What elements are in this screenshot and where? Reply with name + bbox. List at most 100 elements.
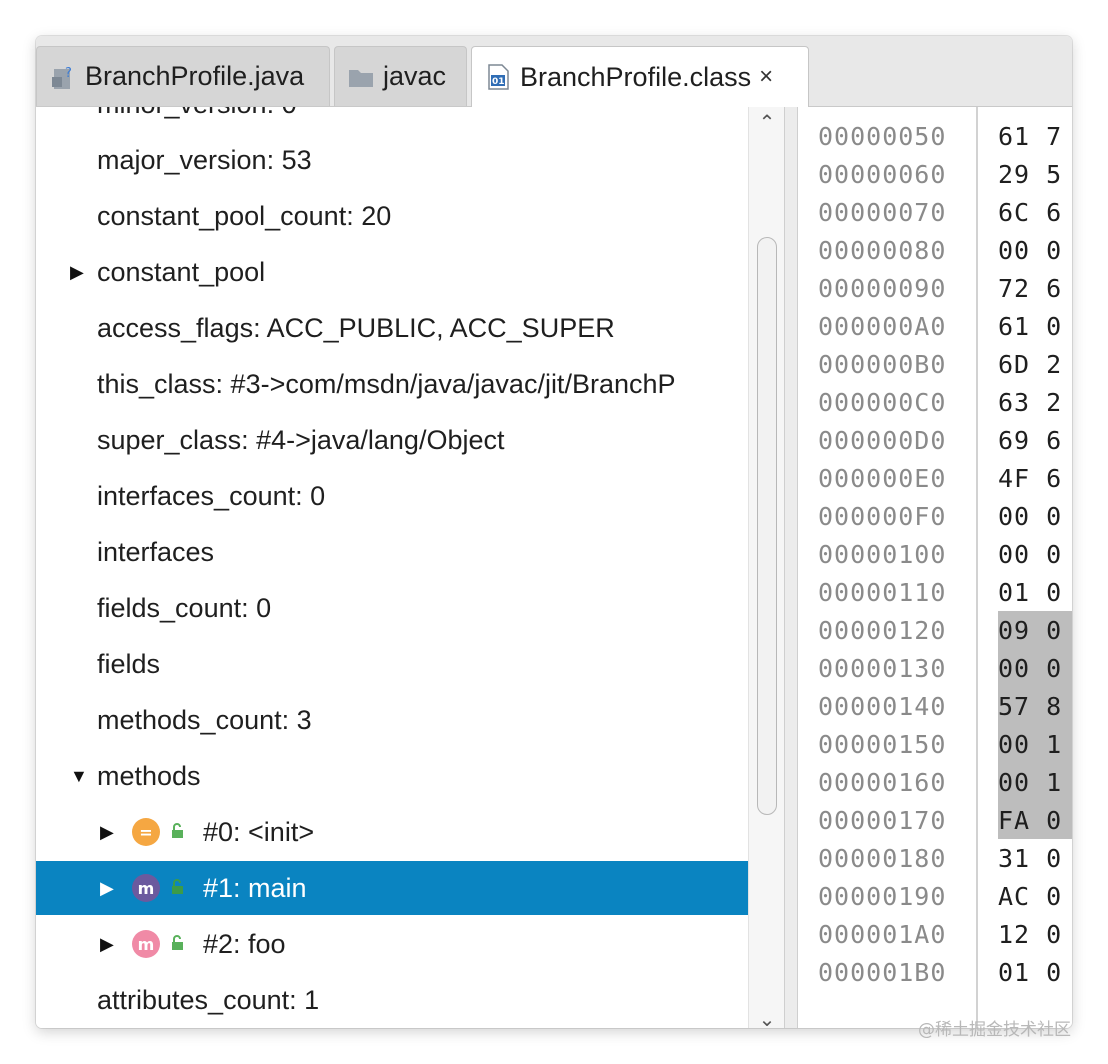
expand-arrow-icon[interactable]: ▶	[100, 878, 114, 899]
tree-item-fields-count[interactable]: fields_count: 0	[36, 581, 748, 635]
tree-item-fields[interactable]: fields	[36, 637, 748, 691]
tab-javac[interactable]: javac	[334, 46, 467, 106]
hex-address: 000000B0	[818, 350, 947, 379]
hex-address: 00000160	[818, 768, 947, 797]
tree-item-label: attributes_count: 1	[97, 984, 320, 1015]
tree-item-label: interfaces_count: 0	[97, 480, 326, 511]
tree-vertical-scrollbar[interactable]: ⌃ ⌄	[748, 107, 785, 1028]
hex-address: 000000E0	[818, 464, 947, 493]
hex-bytes: 57 8	[998, 692, 1063, 721]
tree-item-minor-version[interactable]: minor_version: 0	[36, 107, 748, 131]
hex-address: 000000F0	[818, 502, 947, 531]
hex-row[interactable]: 000000C0 63 2	[798, 383, 1072, 421]
hex-bytes: 00 1	[998, 768, 1063, 797]
expand-arrow-icon[interactable]: ▶	[100, 934, 114, 955]
tree-item-super-class[interactable]: super_class: #4->java/lang/Object	[36, 413, 748, 467]
hex-row[interactable]: 00000190 AC 0	[798, 877, 1072, 915]
tree-item-label: super_class: #4->java/lang/Object	[97, 424, 505, 455]
hex-bytes: 00 1	[998, 730, 1063, 759]
hex-bytes: 00 0	[998, 236, 1063, 265]
scroll-up-icon[interactable]: ⌃	[757, 113, 777, 133]
expand-arrow-icon[interactable]: ▶	[100, 822, 114, 843]
hex-row-highlighted[interactable]: 00000170 FA 0	[798, 801, 1072, 839]
tree-item-this-class[interactable]: this_class: #3->com/msdn/java/javac/jit/…	[36, 357, 748, 411]
hex-address: 00000050	[818, 122, 947, 151]
hex-row[interactable]: 000001A0 12 0	[798, 915, 1072, 953]
tree-item-label: methods	[97, 760, 201, 791]
hex-bytes: 29 5	[998, 160, 1063, 189]
hex-address: 000001B0	[818, 958, 947, 987]
hex-bytes: 63 2	[998, 388, 1063, 417]
tree-item-interfaces-count[interactable]: interfaces_count: 0	[36, 469, 748, 523]
hex-row[interactable]: 000000A0 61 0	[798, 307, 1072, 345]
tree-item-attributes-count[interactable]: attributes_count: 1	[36, 973, 748, 1027]
tree-item-constant-pool[interactable]: ▶ constant_pool	[36, 245, 748, 299]
tree-item-label: methods_count: 3	[97, 704, 312, 735]
hex-bytes: 09 0	[998, 616, 1063, 645]
hex-bytes: 4F 6	[998, 464, 1063, 493]
split-pane-divider[interactable]	[784, 107, 798, 1028]
hex-row-highlighted[interactable]: 00000130 00 0	[798, 649, 1072, 687]
hex-row[interactable]: 000000E0 4F 6	[798, 459, 1072, 497]
tree-item-method-main[interactable]: ▶ m #1: main	[36, 861, 748, 915]
hex-row[interactable]: 000000F0 00 0	[798, 497, 1072, 535]
hex-address: 00000140	[818, 692, 947, 721]
hex-address: 000000A0	[818, 312, 947, 341]
svg-text:01: 01	[492, 77, 505, 87]
scroll-down-icon[interactable]: ⌄	[757, 1010, 777, 1028]
tab-branchprofile-java[interactable]: ? BranchProfile.java	[36, 46, 330, 106]
tree-item-label: this_class: #3->com/msdn/java/javac/jit/…	[97, 368, 676, 399]
hex-bytes: 00 0	[998, 540, 1063, 569]
tree-item-label: constant_pool	[97, 256, 266, 287]
hex-bytes: 61 0	[998, 312, 1063, 341]
class-viewer-window: ? BranchProfile.java javac 01 BranchProf…	[36, 36, 1072, 1028]
hex-row[interactable]: 00000080 00 0	[798, 231, 1072, 269]
hex-address: 00000100	[818, 540, 947, 569]
tree-item-methods-count[interactable]: methods_count: 3	[36, 693, 748, 747]
collapse-arrow-icon[interactable]: ▼	[70, 766, 88, 787]
hex-bytes: 00 0	[998, 502, 1063, 531]
svg-text:?: ?	[65, 66, 72, 81]
watermark: @稀土掘金技术社区	[918, 1020, 1071, 1040]
hex-row[interactable]: 000001B0 01 0	[798, 953, 1072, 991]
hex-address: 000000C0	[818, 388, 947, 417]
tab-label: javac	[383, 61, 447, 91]
tree-item-label: fields_count: 0	[97, 592, 272, 623]
tree-item-major-version[interactable]: major_version: 53	[36, 133, 748, 187]
tree-item-access-flags[interactable]: access_flags: ACC_PUBLIC, ACC_SUPER	[36, 301, 748, 355]
expand-arrow-icon[interactable]: ▶	[70, 262, 84, 283]
tab-branchprofile-class[interactable]: 01 BranchProfile.class ×	[471, 46, 809, 107]
close-icon[interactable]: ×	[759, 63, 773, 91]
tree-item-method-init[interactable]: ▶ = #0: <init>	[36, 805, 748, 859]
hex-row[interactable]: 00000070 6C 6	[798, 193, 1072, 231]
hex-row[interactable]: 00000180 31 0	[798, 839, 1072, 877]
hex-bytes: 6D 2	[998, 350, 1063, 379]
tree-item-method-foo[interactable]: ▶ m #2: foo	[36, 917, 748, 971]
hex-address: 00000080	[818, 236, 947, 265]
tree-item-constant-pool-count[interactable]: constant_pool_count: 20	[36, 189, 748, 243]
hex-row-highlighted[interactable]: 00000140 57 8	[798, 687, 1072, 725]
hex-row[interactable]: 00000110 01 0	[798, 573, 1072, 611]
hex-bytes: FA 0	[998, 806, 1063, 835]
hex-row-highlighted[interactable]: 00000160 00 1	[798, 763, 1072, 801]
hex-row-highlighted[interactable]: 00000120 09 0	[798, 611, 1072, 649]
class-file-icon: 01	[484, 63, 512, 91]
hex-row[interactable]: 000000B0 6D 2	[798, 345, 1072, 383]
tree-item-label: #1: main	[203, 872, 307, 903]
scrollbar-thumb[interactable]	[757, 237, 777, 815]
hex-bytes: 12 0	[998, 920, 1063, 949]
tree-item-label: #0: <init>	[203, 816, 315, 847]
hex-row[interactable]: 00000100 00 0	[798, 535, 1072, 573]
tree-item-methods[interactable]: ▼ methods	[36, 749, 748, 803]
tree-item-interfaces[interactable]: interfaces	[36, 525, 748, 579]
hex-row[interactable]: 000000D0 69 6	[798, 421, 1072, 459]
hex-row-highlighted[interactable]: 00000150 00 1	[798, 725, 1072, 763]
hex-bytes: 69 6	[998, 426, 1063, 455]
hex-address: 00000090	[818, 274, 947, 303]
hex-row[interactable]: 00000050 61 7	[798, 117, 1072, 155]
tree-item-label: constant_pool_count: 20	[97, 200, 392, 231]
hex-row[interactable]: 00000090 72 6	[798, 269, 1072, 307]
hex-address: 00000070	[818, 198, 947, 227]
hex-row[interactable]: 00000060 29 5	[798, 155, 1072, 193]
class-structure-tree: minor_version: 0 major_version: 53 const…	[36, 107, 748, 1028]
